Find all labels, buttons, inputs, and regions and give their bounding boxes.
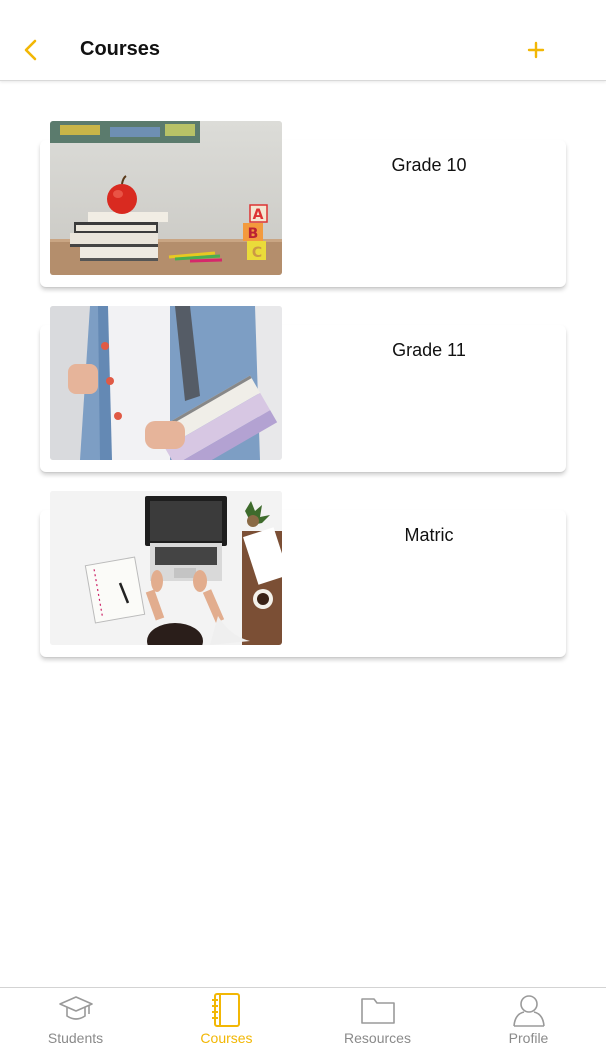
- plus-icon: [527, 41, 545, 59]
- svg-text:C: C: [252, 245, 262, 261]
- nav-label: Profile: [508, 1030, 549, 1046]
- bottom-navigation: Students Courses Resources Profile: [0, 987, 606, 1048]
- graduation-cap-icon: [58, 992, 94, 1031]
- course-image-desk-with-laptop: [50, 491, 282, 645]
- folder-icon: [360, 992, 396, 1031]
- course-card-grade-11[interactable]: Grade 11: [0, 306, 606, 474]
- svg-text:B: B: [248, 226, 259, 242]
- course-card-matric[interactable]: Matric: [0, 491, 606, 659]
- back-button[interactable]: [16, 36, 44, 64]
- add-course-button[interactable]: [522, 36, 550, 64]
- course-card-grade-10[interactable]: A B C Grade 10: [0, 121, 606, 289]
- nav-tab-profile[interactable]: Profile: [453, 988, 604, 1048]
- nav-label: Students: [47, 1030, 104, 1046]
- svg-text:A: A: [253, 207, 264, 223]
- nav-tab-resources[interactable]: Resources: [302, 988, 453, 1048]
- user-icon: [511, 992, 547, 1033]
- nav-tab-students[interactable]: Students: [0, 988, 151, 1048]
- notebook-icon: [209, 992, 245, 1033]
- page-title: Courses: [80, 38, 161, 60]
- course-title: Grade 10: [391, 155, 467, 175]
- course-title: Grade 11: [392, 340, 466, 360]
- course-image-apple-on-books: A B C: [50, 121, 282, 275]
- chevron-left-icon: [24, 39, 37, 61]
- nav-label: Resources: [344, 1030, 411, 1046]
- course-title: Matric: [404, 525, 454, 545]
- nav-label: Courses: [200, 1030, 253, 1046]
- nav-tab-courses[interactable]: Courses: [151, 988, 302, 1048]
- course-image-student-with-binders: [50, 306, 282, 460]
- app-header: Courses: [0, 0, 606, 81]
